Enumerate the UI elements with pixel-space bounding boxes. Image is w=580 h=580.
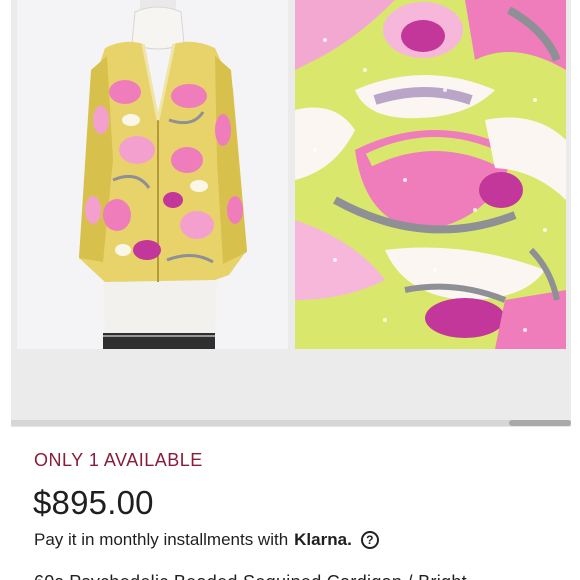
image-gallery[interactable] (11, 0, 571, 420)
installments-row: Pay it in monthly installments with Klar… (34, 530, 379, 550)
price: $895.00 (33, 484, 154, 521)
product-photo-detail[interactable] (295, 0, 566, 349)
listing-title: 60s Psychedelic Beaded Sequined Cardigan… (34, 572, 467, 580)
product-photo-front[interactable] (17, 0, 288, 349)
sequin-closeup-illustration (295, 0, 566, 349)
availability-label: ONLY 1 AVAILABLE (34, 450, 203, 470)
jacket-illustration (17, 0, 288, 349)
listing-info-panel: ONLY 1 AVAILABLE $895.00 Pay it in month… (11, 426, 571, 580)
question-circle-icon[interactable]: ? (360, 531, 379, 549)
installments-text: Pay it in monthly installments with (34, 530, 289, 549)
klarna-logo[interactable]: Klarna. (294, 530, 352, 550)
